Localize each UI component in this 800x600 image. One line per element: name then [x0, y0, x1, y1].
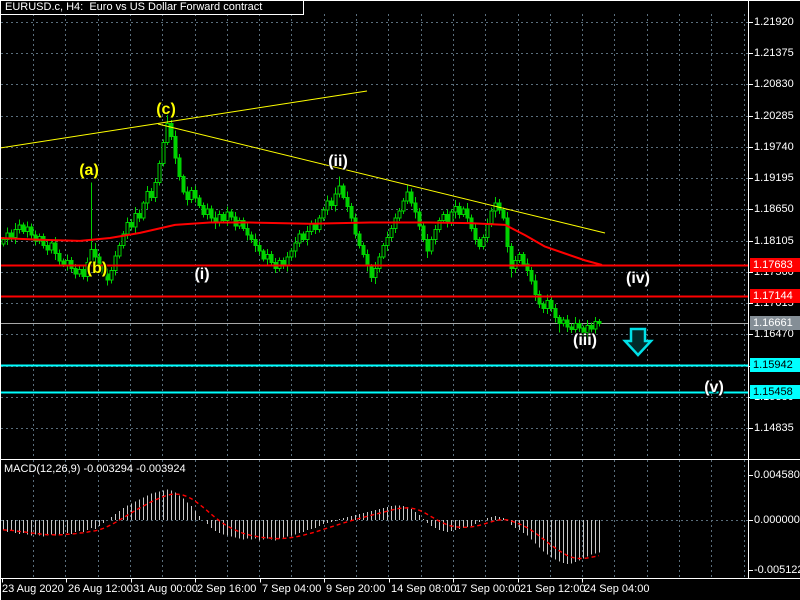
current-price-badge: 1.16661: [750, 316, 800, 330]
wave-label-v[interactable]: (v): [704, 379, 724, 397]
price-axis-tick-label: 1.18650: [754, 203, 794, 215]
wave-label-iii[interactable]: (iii): [573, 332, 597, 350]
macd-axis-tick-label: 0.004580: [754, 469, 800, 481]
chart-window[interactable]: EURUSD.c, H4: Euro vs US Dollar Forward …: [0, 0, 800, 600]
macd-histogram: [2, 489, 601, 565]
macd-axis-tick-label: 0.000000: [754, 514, 800, 526]
time-axis-label: 7 Sep 04:00: [262, 583, 322, 595]
wave-label-i[interactable]: (i): [194, 266, 209, 284]
chart-title: EURUSD.c, H4: Euro vs US Dollar Forward …: [0, 0, 304, 15]
support-2-price-badge: 1.15458: [750, 385, 800, 399]
wave-label-a[interactable]: (a): [79, 162, 99, 180]
time-axis-label: 9 Sep 20:00: [326, 583, 386, 595]
wave-label-ii[interactable]: (ii): [328, 153, 348, 171]
price-axis-tick-label: 1.20830: [754, 78, 794, 90]
wave-label-b[interactable]: (b): [87, 260, 107, 278]
down-arrow-icon[interactable]: [622, 327, 654, 357]
time-axis-label: 17 Sep 00:00: [455, 583, 521, 595]
time-axis-label: 26 Aug 12:00: [68, 583, 133, 595]
price-axis-tick-label: 1.19195: [754, 172, 794, 184]
macd-axis-tick-label: -0.005122: [754, 564, 800, 576]
time-axis-label: 2 Sep 16:00: [197, 583, 257, 595]
price-axis-tick-label: 1.16470: [754, 328, 794, 340]
chart-canvas[interactable]: [0, 0, 800, 600]
price-axis-tick-label: 1.18105: [754, 235, 794, 247]
macd-signal-line: [2, 493, 600, 560]
ascending-trendline[interactable]: [0, 90, 368, 149]
price-axis-tick-label: 1.20285: [754, 110, 794, 122]
time-axis-label: 24 Sep 04:00: [584, 583, 650, 595]
time-axis-label: 14 Sep 08:00: [391, 583, 457, 595]
time-axis-label: 21 Sep 12:00: [520, 583, 586, 595]
price-axis-tick-label: 1.21375: [754, 47, 794, 59]
time-axis-label: 23 Aug 2020: [2, 583, 64, 595]
wave-label-c[interactable]: (c): [156, 101, 176, 119]
macd-indicator-label: MACD(12,26,9) -0.003294 -0.003924: [4, 463, 186, 475]
resistance-2-price-badge: 1.17144: [750, 289, 800, 303]
price-axis-tick-label: 1.19740: [754, 141, 794, 153]
wave-label-iv[interactable]: (iv): [626, 270, 650, 288]
time-axis-label: 31 Aug 00:00: [133, 583, 198, 595]
price-axis-tick-label: 1.21920: [754, 16, 794, 28]
price-axis-tick-label: 1.14835: [754, 422, 794, 434]
support-1-price-badge: 1.15942: [750, 358, 800, 372]
resistance-1-price-badge: 1.17683: [750, 258, 800, 272]
